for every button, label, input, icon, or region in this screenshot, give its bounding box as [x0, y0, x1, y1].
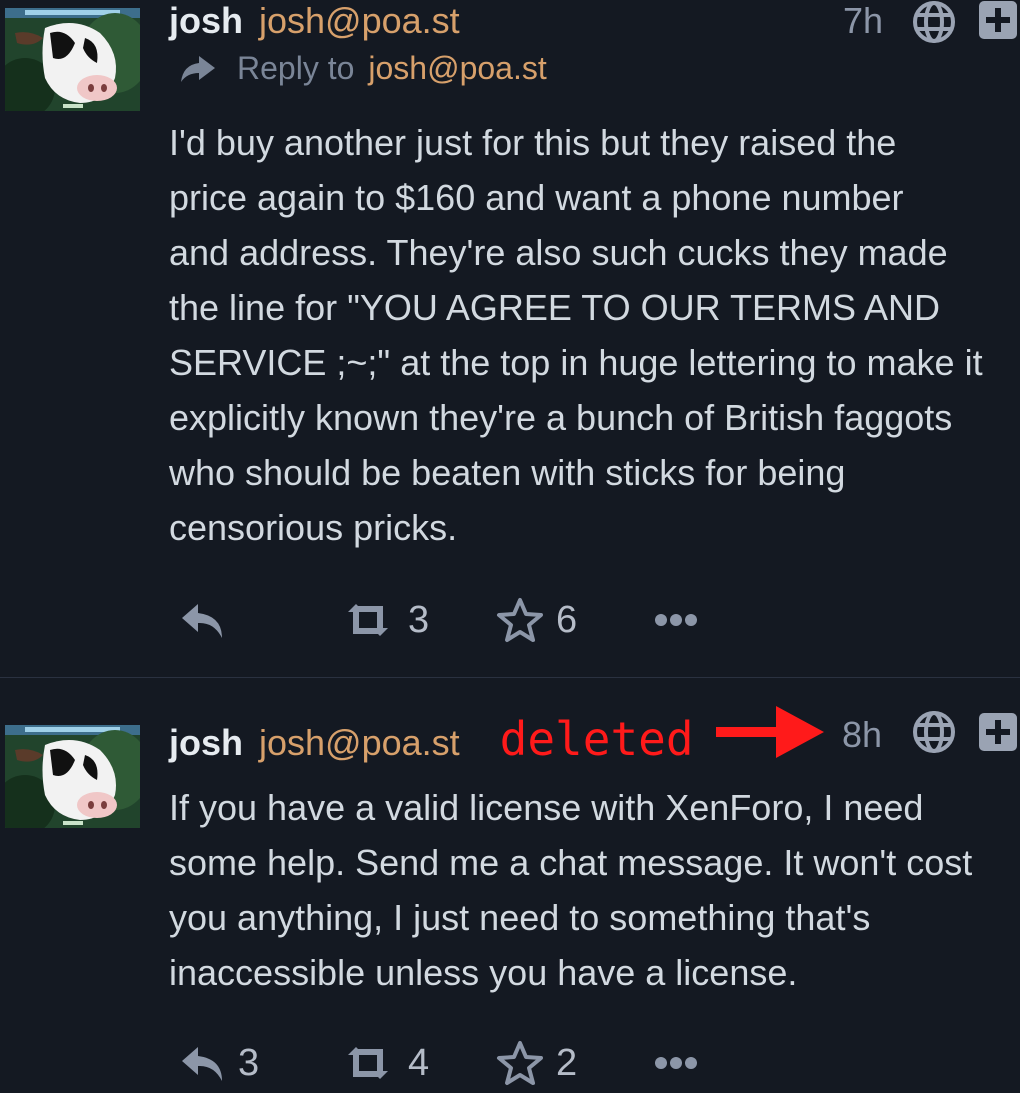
more-icon	[655, 1057, 697, 1069]
globe-icon[interactable]	[912, 0, 956, 44]
boost-button[interactable]: 3	[340, 590, 429, 650]
content-line: explicitly known they're a bunch of Brit…	[169, 397, 953, 438]
boost-count: 4	[408, 1041, 430, 1084]
timestamp[interactable]: 7h	[843, 0, 883, 42]
post-content: I'd buy another just for this but they r…	[169, 115, 1019, 555]
star-icon	[497, 1041, 543, 1085]
action-bar: 3 6	[0, 590, 1020, 650]
more-button[interactable]	[654, 590, 698, 650]
globe-icon[interactable]	[912, 710, 956, 754]
plus-icon[interactable]	[978, 0, 1018, 40]
annotation-arrow-icon	[716, 706, 824, 758]
content-line: the line for "YOU AGREE TO OUR TERMS AND	[169, 287, 941, 328]
reply-button[interactable]	[180, 590, 238, 650]
content-line: SERVICE ;~;" at the top in huge letterin…	[169, 342, 983, 383]
reply-to-indicator: Reply to josh@poa.st	[179, 50, 547, 87]
star-icon	[497, 598, 543, 642]
favourite-count: 2	[556, 1041, 578, 1084]
boost-icon	[348, 1047, 388, 1079]
reply-to-account[interactable]: josh@poa.st	[368, 50, 546, 87]
reply-to-label: Reply to	[237, 50, 355, 86]
reply-button[interactable]: 3	[180, 1033, 259, 1093]
content-line: some help. Send me a chat message. It wo…	[169, 842, 973, 883]
content-line: price again to $160 and want a phone num…	[169, 177, 904, 218]
avatar[interactable]	[5, 8, 140, 111]
avatar[interactable]	[5, 725, 140, 828]
plus-icon[interactable]	[978, 712, 1018, 752]
reply-icon	[182, 604, 222, 638]
content-line: inaccessible unless you have a license.	[169, 952, 798, 993]
content-line: I'd buy another just for this but they r…	[169, 122, 897, 163]
favourite-button[interactable]: 2	[496, 1033, 577, 1093]
reply-arrow-icon	[181, 55, 215, 82]
reply-icon	[182, 1047, 222, 1081]
favourite-count: 6	[556, 598, 578, 641]
deleted-annotation: deleted	[499, 712, 694, 766]
post: josh josh@poa.st deleted 8h If you have …	[0, 678, 1020, 1085]
post-header: josh josh@poa.st deleted	[169, 712, 694, 766]
action-bar: 3 4 2	[0, 1033, 1020, 1093]
content-line: censorious pricks.	[169, 507, 458, 548]
account-handle[interactable]: josh@poa.st	[259, 722, 460, 764]
more-icon	[655, 614, 697, 626]
display-name[interactable]: josh	[169, 0, 243, 42]
reply-count: 3	[238, 1041, 260, 1084]
content-line: and address. They're also such cucks the…	[169, 232, 948, 273]
boost-count: 3	[408, 598, 430, 641]
boost-icon	[348, 604, 388, 636]
content-line: you anything, I just need to something t…	[169, 897, 871, 938]
post-content: If you have a valid license with XenForo…	[169, 780, 1019, 1000]
post-header: josh josh@poa.st	[169, 0, 460, 44]
more-button[interactable]	[654, 1033, 698, 1093]
content-line: who should be beaten with sticks for bei…	[169, 452, 846, 493]
account-handle[interactable]: josh@poa.st	[259, 0, 460, 42]
content-line: If you have a valid license with XenForo…	[169, 787, 924, 828]
post: josh josh@poa.st 7h Reply to josh@poa.st…	[0, 0, 1020, 677]
display-name[interactable]: josh	[169, 722, 243, 764]
favourite-button[interactable]: 6	[496, 590, 577, 650]
timestamp[interactable]: 8h	[842, 714, 882, 756]
boost-button[interactable]: 4	[340, 1033, 429, 1093]
